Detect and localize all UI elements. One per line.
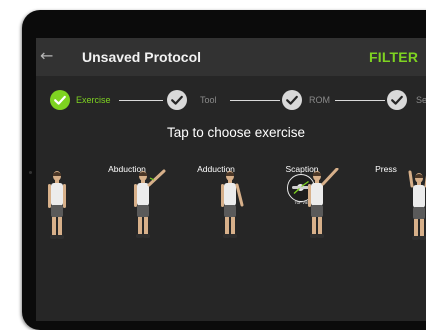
exercise-figure-press[interactable] bbox=[404, 170, 426, 242]
app-bar: ← Unsaved Protocol FILTER bbox=[36, 38, 426, 76]
arrow-left-icon[interactable]: ← bbox=[40, 46, 56, 66]
tablet-device: ← Unsaved Protocol FILTER Exercise Tool … bbox=[22, 10, 426, 330]
filter-button[interactable]: FILTER bbox=[369, 48, 418, 66]
app-screen: ← Unsaved Protocol FILTER Exercise Tool … bbox=[36, 38, 426, 321]
step-label-set: Se bbox=[416, 95, 426, 105]
exercise-figure-adduction[interactable] bbox=[216, 168, 246, 240]
exercise-figure-arms-down[interactable] bbox=[46, 170, 68, 242]
step-rom-check-icon[interactable] bbox=[282, 90, 302, 110]
step-label-tool: Tool bbox=[200, 95, 217, 105]
step-tool-check-icon[interactable] bbox=[167, 90, 187, 110]
step-exercise-check-icon[interactable] bbox=[50, 90, 70, 110]
exercise-figure-abduction[interactable] bbox=[130, 168, 170, 240]
step-label-exercise: Exercise bbox=[76, 95, 111, 105]
exercise-figure-scaption[interactable] bbox=[304, 168, 344, 240]
page-title: Unsaved Protocol bbox=[82, 49, 202, 65]
step-set-check-icon[interactable] bbox=[387, 90, 407, 110]
step-connector bbox=[335, 99, 385, 101]
device-sensor bbox=[29, 171, 32, 174]
step-connector bbox=[119, 99, 163, 101]
choose-exercise-heading: Tap to choose exercise bbox=[166, 125, 306, 140]
step-label-rom: ROM bbox=[309, 95, 330, 105]
progress-stepper: Exercise Tool ROM Se bbox=[36, 76, 426, 124]
step-connector bbox=[230, 99, 280, 101]
